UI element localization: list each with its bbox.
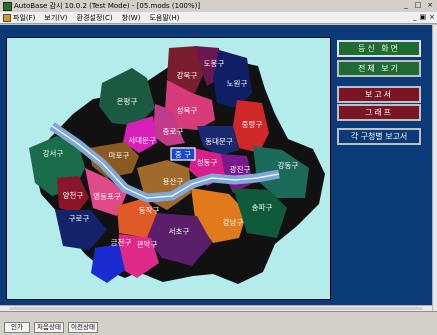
window-title: AutoBase 감시 10.0.2 (Test Mode) - [05.mod… xyxy=(14,2,201,10)
menu-view[interactable]: 보기(V) xyxy=(44,13,67,23)
status-bar: 인가 처음상태 이전상태 xyxy=(0,311,437,335)
label-seocho: 서초구 xyxy=(169,227,190,236)
district-geumcheon[interactable] xyxy=(91,244,125,283)
label-dongjak: 동작구 xyxy=(139,205,160,215)
doc-minimize-button[interactable]: _ xyxy=(413,13,417,21)
status-button-1[interactable]: 인가 xyxy=(4,322,30,333)
label-dobong: 도봉구 xyxy=(204,59,225,68)
document-icon[interactable] xyxy=(3,13,11,22)
label-yeongdeungpo: 영등포구 xyxy=(93,191,121,201)
vertical-scrollbar[interactable] xyxy=(432,25,437,311)
scroll-thumb[interactable] xyxy=(10,307,422,310)
label-jungnang: 중랑구 xyxy=(242,120,263,129)
app-icon xyxy=(3,1,12,11)
label-songpa: 송파구 xyxy=(252,203,273,212)
label-mapo: 마포구 xyxy=(109,151,130,160)
district-report-button[interactable]: 각 구청별 보고서 xyxy=(337,128,421,145)
graph-button[interactable]: 그래프 xyxy=(337,104,421,121)
center-label: 중 구 xyxy=(175,150,191,159)
title-bar: AutoBase 감시 10.0.2 (Test Mode) - [05.mod… xyxy=(0,0,437,12)
label-seongbuk: 성북구 xyxy=(177,106,198,115)
label-eunpyeong: 은평구 xyxy=(117,96,138,106)
label-dongdaemun: 동대문구 xyxy=(205,137,233,146)
label-geumcheon: 금천구 xyxy=(111,237,132,247)
label-gangbuk: 강북구 xyxy=(177,70,198,80)
menu-bar: 파일(F) 보기(V) 환경설정(C) 창(W) 도움말(H) _ ▣ × xyxy=(0,12,437,24)
label-nowon: 노원구 xyxy=(227,79,248,88)
doc-restore-button[interactable]: ▣ xyxy=(420,13,427,21)
close-button[interactable]: × xyxy=(425,1,435,10)
label-gwanak: 관악구 xyxy=(137,239,158,249)
label-gangdong: 강동구 xyxy=(278,160,299,170)
label-gangseo: 강서구 xyxy=(43,148,64,158)
document-controls: _ ▣ × xyxy=(413,13,435,21)
map-panel: 도봉구 강북구 노원구 은평구 성북구 중랑구 종로구 서대문구 동대문구 마포… xyxy=(6,37,331,300)
label-yangcheon: 양천구 xyxy=(63,190,84,200)
minimize-button[interactable]: _ xyxy=(401,1,411,10)
menu-settings[interactable]: 환경설정(C) xyxy=(77,13,113,23)
label-guro: 구로구 xyxy=(69,214,90,223)
main-screen-button[interactable]: 등신 화면 xyxy=(337,40,421,57)
menu-file[interactable]: 파일(F) xyxy=(13,13,35,23)
label-yongsan: 용산구 xyxy=(163,176,184,186)
seoul-map: 도봉구 강북구 노원구 은평구 성북구 중랑구 종로구 서대문구 동대문구 마포… xyxy=(29,46,325,284)
view-all-button[interactable]: 전체 보기 xyxy=(337,60,421,77)
maximize-button[interactable]: □ xyxy=(413,1,423,10)
status-button-3[interactable]: 이전상태 xyxy=(68,322,98,333)
label-seodaemun: 서대문구 xyxy=(128,136,156,145)
label-gangnam: 강남구 xyxy=(223,217,244,227)
label-seongdong: 성동구 xyxy=(197,158,218,167)
report-button[interactable]: 보고서 xyxy=(337,86,421,103)
status-button-2[interactable]: 처음상태 xyxy=(34,322,64,333)
doc-close-button[interactable]: × xyxy=(429,13,435,21)
window-controls: _ □ × xyxy=(401,1,435,10)
label-gwangjin: 광진구 xyxy=(230,164,251,174)
menu-help[interactable]: 도움말(H) xyxy=(149,13,179,23)
menu-window[interactable]: 창(W) xyxy=(122,13,141,23)
label-jongno: 종로구 xyxy=(163,127,184,136)
